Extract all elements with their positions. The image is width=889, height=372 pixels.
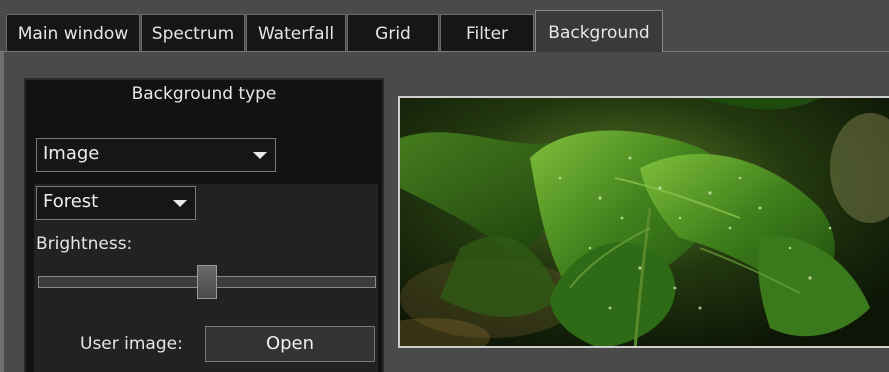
image-preset-value: Forest xyxy=(43,191,99,212)
background-type-select[interactable]: Image xyxy=(36,138,276,172)
tab-grid[interactable]: Grid xyxy=(347,14,439,52)
brightness-slider[interactable] xyxy=(38,265,376,299)
tab-bar: Main window Spectrum Waterfall Grid Filt… xyxy=(0,0,889,52)
background-type-value: Image xyxy=(43,143,100,164)
background-settings-panel: Background type Image Forest Brightness:… xyxy=(24,78,384,372)
chevron-down-icon xyxy=(173,200,187,207)
brightness-label: Brightness: xyxy=(36,234,133,254)
tab-spectrum[interactable]: Spectrum xyxy=(141,14,245,52)
user-image-label: User image: xyxy=(80,334,183,354)
chevron-down-icon xyxy=(253,152,267,159)
tab-waterfall[interactable]: Waterfall xyxy=(246,14,346,52)
brightness-slider-thumb[interactable] xyxy=(197,265,217,299)
tab-filter[interactable]: Filter xyxy=(440,14,534,52)
background-preview-image xyxy=(398,96,889,348)
forest-image xyxy=(400,98,889,346)
image-preset-select[interactable]: Forest xyxy=(36,186,196,220)
open-button[interactable]: Open xyxy=(205,326,375,362)
panel-title: Background type xyxy=(131,84,277,104)
tab-background[interactable]: Background xyxy=(535,10,663,52)
tab-main-window[interactable]: Main window xyxy=(6,14,140,52)
image-options-panel: Forest Brightness: User image: Open xyxy=(34,184,378,372)
